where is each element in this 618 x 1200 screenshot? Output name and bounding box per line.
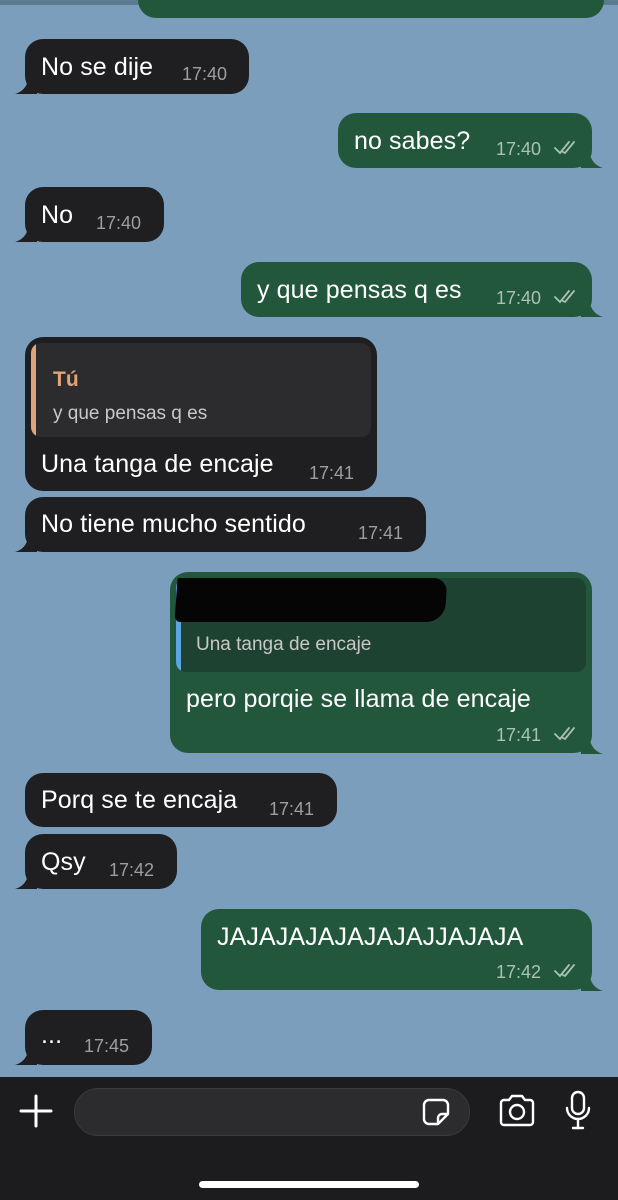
message-time: 17:40: [96, 213, 142, 233]
message-time: 17:41: [309, 463, 355, 483]
message-outgoing[interactable]: y que pensas q es 17:40: [241, 262, 592, 317]
message-text: pero porqie se llama de encaje: [186, 685, 531, 713]
message-time: 17:40: [496, 288, 542, 308]
read-receipt-icon: [554, 290, 575, 304]
message-text: Una tanga de encaje: [41, 450, 274, 478]
message-text: No tiene mucho sentido: [41, 510, 306, 538]
message-time: 17:42: [496, 962, 542, 982]
home-indicator[interactable]: [199, 1181, 419, 1188]
plus-icon[interactable]: [18, 1093, 54, 1129]
quoted-reply[interactable]: Tú y que pensas q es: [31, 343, 371, 437]
message-time: 17:41: [269, 799, 315, 819]
message-time: 17:42: [109, 860, 155, 880]
reply-accent-bar: [31, 343, 36, 437]
message-incoming[interactable]: Porq se te encaja 17:41: [25, 773, 337, 827]
message-incoming[interactable]: Qsy 17:42: [25, 834, 177, 889]
message-time: 17:45: [84, 1036, 130, 1056]
read-receipt-icon: [554, 727, 575, 741]
read-receipt-icon: [554, 964, 575, 978]
reply-text: y que pensas q es: [53, 403, 208, 424]
message-outgoing[interactable]: JAJAJAJAJAJAJAJJAJAJA 17:42: [201, 909, 592, 990]
message-input[interactable]: [74, 1088, 470, 1136]
message-text: no sabes?: [354, 127, 471, 155]
sticker-icon[interactable]: [421, 1097, 451, 1127]
read-receipt-icon: [554, 141, 575, 155]
message-text: ...: [41, 1021, 63, 1049]
message-time: 17:40: [182, 64, 228, 84]
message-text: JAJAJAJAJAJAJAJJAJAJA: [217, 923, 524, 951]
message-incoming[interactable]: No 17:40: [25, 187, 164, 242]
message-time: 17:41: [358, 523, 404, 543]
message-incoming[interactable]: No se dije 17:40: [25, 39, 249, 94]
reply-author: Tú: [53, 368, 79, 391]
message-outgoing-with-reply[interactable]: Una tanga de encaje pero porqie se llama…: [170, 572, 592, 753]
message-text: Porq se te encaja: [41, 786, 238, 814]
message-outgoing[interactable]: no sabes? 17:40: [338, 113, 592, 168]
message-incoming-with-reply[interactable]: Tú y que pensas q es Una tanga de encaje…: [25, 337, 377, 491]
message-text: No se dije: [41, 53, 154, 81]
message-text: No: [41, 201, 74, 229]
microphone-icon[interactable]: [564, 1090, 592, 1132]
message-incoming[interactable]: ... 17:45: [25, 1010, 152, 1065]
previous-message-bubble[interactable]: [138, 0, 604, 18]
chat-area: No se dije 17:40 no sabes? 17:40 No 17:4…: [0, 0, 618, 1077]
message-time: 17:40: [496, 139, 542, 159]
message-text: y que pensas q es: [257, 276, 462, 304]
message-incoming[interactable]: No tiene mucho sentido 17:41: [25, 497, 426, 552]
message-time: 17:41: [496, 725, 542, 745]
reply-text: Una tanga de encaje: [196, 634, 372, 655]
message-text: Qsy: [41, 848, 86, 876]
redacted-author: [174, 578, 448, 622]
camera-icon[interactable]: [497, 1093, 537, 1129]
